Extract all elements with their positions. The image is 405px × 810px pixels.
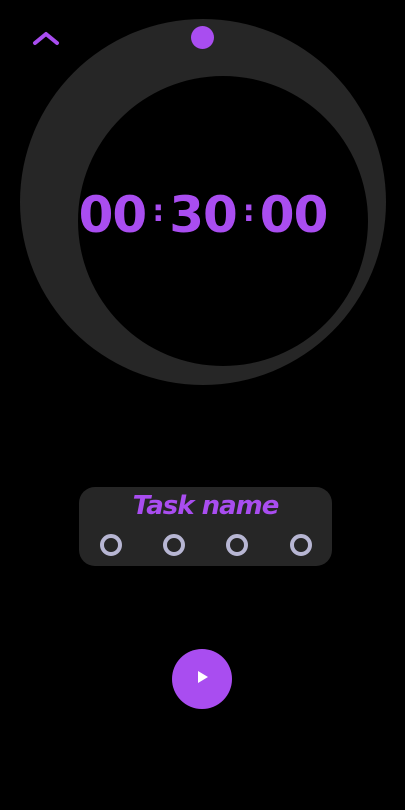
- collapse-button[interactable]: [28, 26, 64, 54]
- timer-display: 00 : 30 : 00: [20, 180, 386, 250]
- chevron-up-icon: [32, 30, 60, 50]
- session-dot[interactable]: [226, 534, 248, 556]
- task-name[interactable]: Task name: [79, 491, 332, 521]
- timer-dial-handle[interactable]: [191, 26, 214, 49]
- timer-separator: :: [242, 193, 255, 229]
- timer-minutes: 30: [169, 186, 238, 244]
- session-dot[interactable]: [100, 534, 122, 556]
- task-card[interactable]: Task name: [79, 487, 332, 566]
- timer-hours: 00: [78, 186, 148, 244]
- timer-separator: :: [152, 193, 164, 229]
- timer-seconds: 00: [259, 186, 329, 244]
- session-dot[interactable]: [290, 534, 312, 556]
- session-dot[interactable]: [163, 534, 185, 556]
- play-icon: [194, 669, 210, 689]
- session-indicators: [79, 534, 332, 556]
- play-button[interactable]: [172, 649, 232, 709]
